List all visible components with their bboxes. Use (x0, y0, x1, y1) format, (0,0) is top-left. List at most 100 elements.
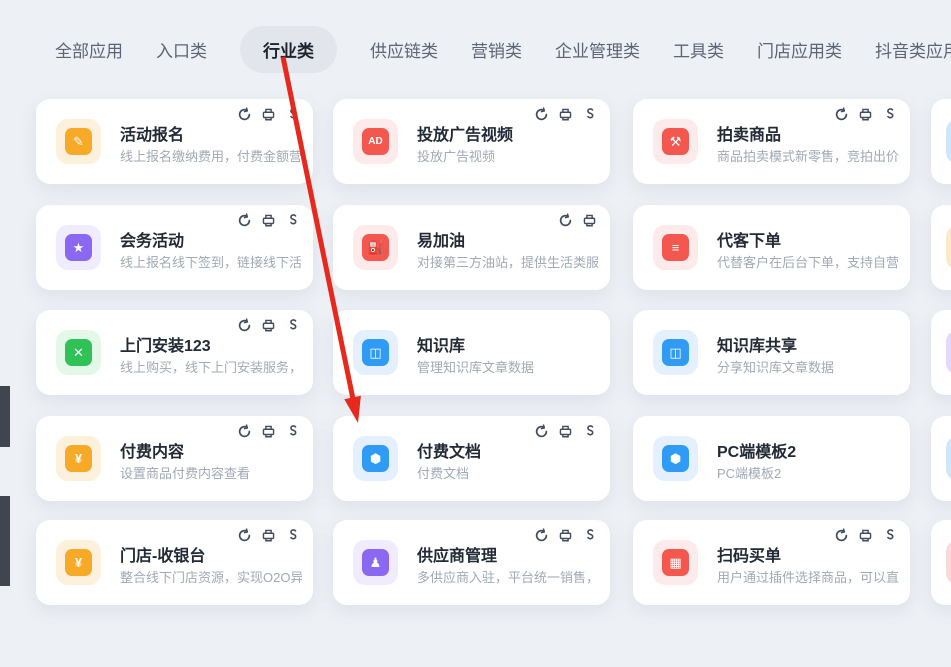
link-icon[interactable] (582, 424, 597, 439)
card-title: 门店-收银台 (120, 542, 302, 566)
link-icon[interactable] (285, 107, 300, 122)
card-actions (237, 213, 300, 228)
link-icon[interactable] (882, 107, 897, 122)
partial-card[interactable] (931, 205, 951, 290)
card-desc: 分享知识库文章数据 (717, 357, 899, 376)
card-title: 付费文档 (417, 438, 599, 462)
tab-store-apps[interactable]: 门店应用类 (757, 26, 842, 73)
card-title: 会务活动 (120, 227, 302, 251)
card-desc: 整合线下门店资源，实现O2O异业... (120, 567, 302, 586)
partial-card[interactable] (931, 99, 951, 184)
app-card-fufei-wendang[interactable]: ⬢ 付费文档 付费文档 (333, 416, 610, 501)
print-icon[interactable] (858, 107, 873, 122)
app-card-mendian-shouyintai[interactable]: ¥ 门店-收银台 整合线下门店资源，实现O2O异业... (36, 520, 313, 605)
card-desc: 设置商品付费内容查看 (120, 463, 302, 482)
card-actions (237, 107, 300, 122)
card-desc: 线上报名线下签到，链接线下活动。 (120, 252, 302, 271)
card-actions (534, 107, 597, 122)
refresh-icon[interactable] (834, 528, 849, 543)
card-actions (534, 424, 597, 439)
tab-tools[interactable]: 工具类 (673, 26, 724, 73)
card-desc: 对接第三方油站，提供生活类服务。 (417, 252, 599, 271)
supplier-person-icon: ♟ (353, 540, 398, 585)
app-card-zhishiku[interactable]: ◫ 知识库 管理知识库文章数据 (333, 310, 610, 395)
card-actions (834, 528, 897, 543)
card-title: 代客下单 (717, 227, 899, 251)
cash-register-icon: ¥ (56, 540, 101, 585)
app-icon (946, 436, 951, 481)
app-card-shangmen-anzhuang[interactable]: ✕ 上门安装123 线上购买，线下上门安装服务，核... (36, 310, 313, 395)
cube-template-icon: ⬢ (653, 436, 698, 481)
card-title: 供应商管理 (417, 542, 599, 566)
print-icon[interactable] (558, 424, 573, 439)
refresh-icon[interactable] (534, 107, 549, 122)
print-icon[interactable] (558, 528, 573, 543)
card-desc: 管理知识库文章数据 (417, 357, 599, 376)
tab-douyin-apps[interactable]: 抖音类应用 (875, 26, 951, 73)
tab-entrance[interactable]: 入口类 (156, 26, 207, 73)
card-title: 投放广告视频 (417, 121, 599, 145)
app-icon (946, 225, 951, 270)
app-card-daike-xiadan[interactable]: ≡ 代客下单 代替客户在后台下单，支持自营，... (633, 205, 910, 290)
link-icon[interactable] (285, 424, 300, 439)
link-icon[interactable] (285, 318, 300, 333)
ad-video-icon: AD (353, 119, 398, 164)
card-title: 知识库 (417, 332, 599, 356)
partial-card[interactable] (931, 310, 951, 395)
card-title: 拍卖商品 (717, 121, 899, 145)
refresh-icon[interactable] (534, 528, 549, 543)
refresh-icon[interactable] (834, 107, 849, 122)
signup-form-icon: ✎ (56, 119, 101, 164)
app-card-paimai-shangpin[interactable]: ⚒ 拍卖商品 商品拍卖模式新零售，竞拍出价得... (633, 99, 910, 184)
tab-supply-chain[interactable]: 供应链类 (370, 26, 438, 73)
app-card-huiwu-huodong[interactable]: ★ 会务活动 线上报名线下签到，链接线下活动。 (36, 205, 313, 290)
print-icon[interactable] (558, 107, 573, 122)
refresh-icon[interactable] (237, 424, 252, 439)
app-card-zhishiku-gongxiang[interactable]: ◫ 知识库共享 分享知识库文章数据 (633, 310, 910, 395)
app-card-gongyingshang-guanli[interactable]: ♟ 供应商管理 多供应商入驻，平台统一销售，商... (333, 520, 610, 605)
card-desc: 用户通过插件选择商品，可以直接... (717, 567, 899, 586)
card-title: 易加油 (417, 227, 599, 251)
auction-bag-icon: ⚒ (653, 119, 698, 164)
refresh-icon[interactable] (237, 318, 252, 333)
tab-enterprise-mgmt[interactable]: 企业管理类 (555, 26, 640, 73)
open-book-icon: ◫ (353, 330, 398, 375)
card-desc: 付费文档 (417, 463, 599, 482)
print-icon[interactable] (858, 528, 873, 543)
card-actions (834, 107, 897, 122)
category-tabbar: 全部应用 入口类 行业类 供应链类 营销类 企业管理类 工具类 门店应用类 抖音… (55, 26, 951, 73)
partial-card[interactable] (931, 416, 951, 501)
card-title: 扫码买单 (717, 542, 899, 566)
card-desc: 投放广告视频 (417, 146, 599, 165)
print-icon[interactable] (261, 107, 276, 122)
app-card-saoma-maidan[interactable]: ▦ 扫码买单 用户通过插件选择商品，可以直接... (633, 520, 910, 605)
link-icon[interactable] (582, 528, 597, 543)
link-icon[interactable] (582, 107, 597, 122)
refresh-icon[interactable] (558, 213, 573, 228)
app-card-huodong-baoming[interactable]: ✎ 活动报名 线上报名缴纳费用，付费金额营销... (36, 99, 313, 184)
app-card-yijiayou[interactable]: ⛽ 易加油 对接第三方油站，提供生活类服务。 (333, 205, 610, 290)
app-card-toufang-guanggao-shipin[interactable]: AD 投放广告视频 投放广告视频 (333, 99, 610, 184)
print-icon[interactable] (261, 528, 276, 543)
link-icon[interactable] (285, 528, 300, 543)
print-icon[interactable] (261, 424, 276, 439)
refresh-icon[interactable] (534, 424, 549, 439)
refresh-icon[interactable] (237, 107, 252, 122)
partial-card[interactable] (931, 520, 951, 605)
paid-content-icon: ¥ (56, 436, 101, 481)
app-card-pc-template-2[interactable]: ⬢ PC端模板2 PC端模板2 (633, 416, 910, 501)
link-icon[interactable] (285, 213, 300, 228)
refresh-icon[interactable] (237, 213, 252, 228)
print-icon[interactable] (261, 213, 276, 228)
print-icon[interactable] (582, 213, 597, 228)
card-actions (237, 424, 300, 439)
link-icon[interactable] (882, 528, 897, 543)
tab-all-apps[interactable]: 全部应用 (55, 26, 123, 73)
book-share-icon: ◫ (653, 330, 698, 375)
tab-industry[interactable]: 行业类 (240, 26, 337, 73)
refresh-icon[interactable] (237, 528, 252, 543)
print-icon[interactable] (261, 318, 276, 333)
app-card-fufei-neirong[interactable]: ¥ 付费内容 设置商品付费内容查看 (36, 416, 313, 501)
tab-marketing[interactable]: 营销类 (471, 26, 522, 73)
card-title: 活动报名 (120, 121, 302, 145)
